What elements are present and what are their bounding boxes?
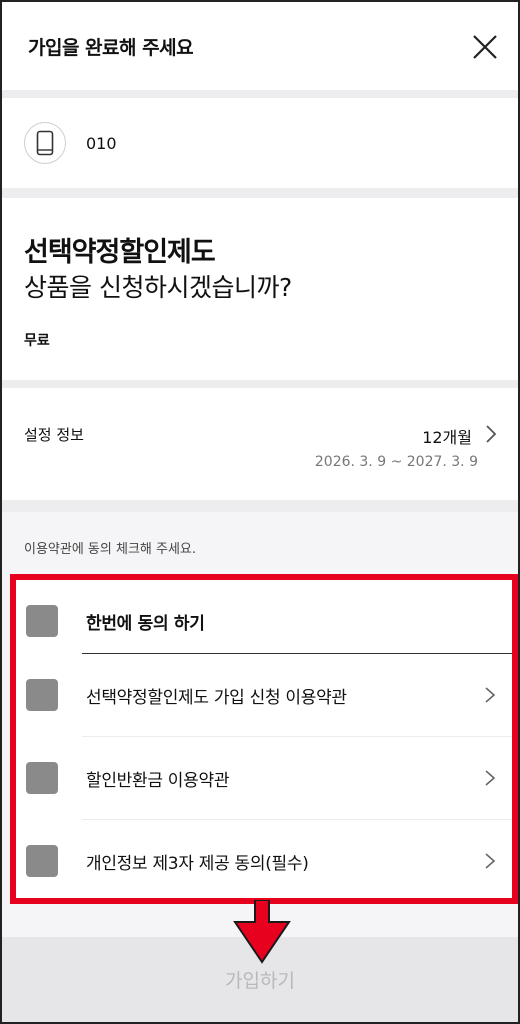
header: 가입을 완료해 주세요: [2, 2, 518, 90]
settings-row[interactable]: 설정 정보 12개월 2026. 3. 9 ~ 2027. 3. 9: [2, 388, 518, 500]
terms-highlight-box: 한번에 동의 하기 선택약정할인제도 가입 신청 이용약관 할인반환금 이용약관: [10, 574, 518, 904]
chevron-right-icon[interactable]: [484, 685, 496, 705]
section-divider: [2, 188, 518, 198]
term-checkbox[interactable]: [26, 762, 58, 794]
term-row[interactable]: 할인반환금 이용약관: [16, 737, 512, 819]
screen: 가입을 완료해 주세요 010 선택약정할인제도 상품을 신청하시겠습니까? 무…: [0, 0, 520, 1024]
chevron-right-icon[interactable]: [484, 851, 496, 871]
phone-number: 010: [86, 133, 117, 153]
section-divider: [2, 500, 518, 512]
smartphone-icon: [36, 130, 54, 156]
term-row[interactable]: 선택약정할인제도 가입 신청 이용약관: [16, 654, 512, 736]
settings-label: 설정 정보: [24, 426, 84, 444]
section-divider: [2, 90, 518, 98]
section-divider: [2, 380, 518, 388]
term-label: 개인정보 제3자 제공 동의(필수): [86, 853, 309, 874]
close-icon[interactable]: [470, 32, 500, 62]
term-checkbox[interactable]: [26, 845, 58, 877]
phone-info: 010: [2, 98, 518, 188]
page-title: 가입을 완료해 주세요: [28, 36, 194, 59]
product-name: 선택약정할인제도: [24, 237, 216, 268]
terms-hint: 이용약관에 동의 체크해 주세요.: [24, 542, 197, 557]
product-section: 선택약정할인제도 상품을 신청하시겠습니까? 무료: [2, 198, 518, 380]
chevron-right-icon[interactable]: [484, 424, 498, 444]
term-checkbox[interactable]: [26, 679, 58, 711]
join-button-label: 가입하기: [225, 970, 295, 992]
product-price: 무료: [24, 333, 50, 349]
term-row[interactable]: 개인정보 제3자 제공 동의(필수): [16, 820, 512, 902]
agree-all-checkbox[interactable]: [26, 605, 58, 637]
term-label: 할인반환금 이용약관: [86, 770, 230, 791]
term-label: 선택약정할인제도 가입 신청 이용약관: [86, 687, 347, 708]
phone-icon-circle: [24, 122, 66, 164]
agree-all-row[interactable]: 한번에 동의 하기: [16, 580, 512, 662]
settings-period: 2026. 3. 9 ~ 2027. 3. 9: [314, 454, 478, 470]
product-question: 상품을 신청하시겠습니까?: [24, 273, 292, 302]
settings-value: 12개월: [422, 428, 472, 447]
chevron-right-icon[interactable]: [484, 768, 496, 788]
agree-all-label: 한번에 동의 하기: [86, 613, 205, 634]
arrow-down-icon: [233, 900, 291, 964]
